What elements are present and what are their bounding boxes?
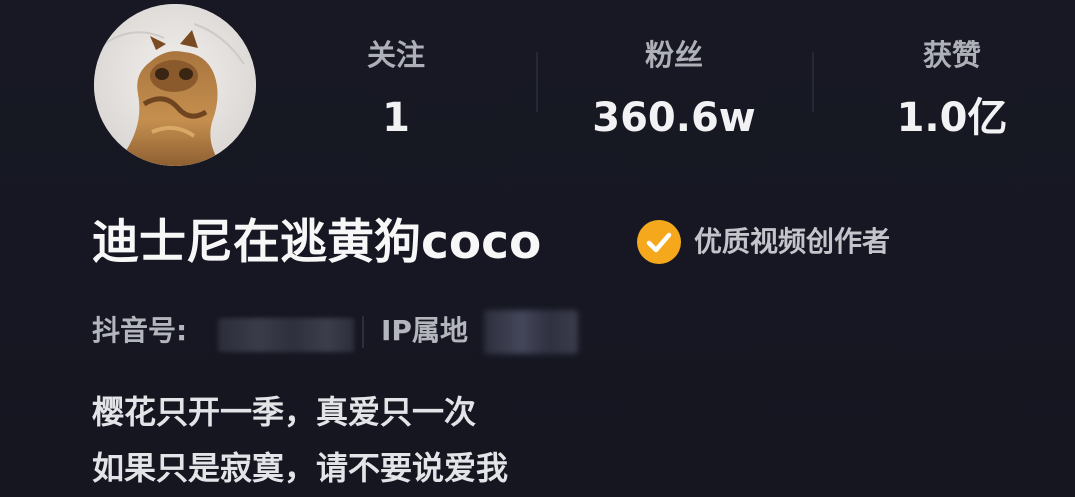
stat-divider (536, 52, 538, 112)
stat-followers-label: 粉丝 (644, 38, 703, 72)
stat-following-value: 1 (382, 95, 410, 141)
account-meta: 抖音号: IP属地 (92, 308, 632, 354)
check-circle-icon (637, 220, 681, 264)
douyin-id-redacted[interactable] (218, 318, 354, 352)
profile-bio: 樱花只开一季，真爱只一次 如果只是寂寞，请不要说爱我 (92, 386, 508, 494)
avatar[interactable] (94, 4, 256, 166)
stat-likes-label: 获赞 (922, 38, 981, 72)
meta-divider (362, 316, 364, 348)
ip-location-redacted (484, 310, 578, 354)
dog-photo-image (94, 4, 256, 166)
stat-likes-value: 1.0亿 (896, 95, 1008, 141)
stat-followers-value: 360.6w (592, 95, 756, 141)
stat-divider (812, 52, 814, 112)
creator-badge-label: 优质视频创作者 (694, 225, 891, 258)
douyin-id-label: 抖音号: (92, 314, 188, 347)
bio-line: 如果只是寂寞，请不要说爱我 (92, 449, 509, 487)
stat-following-label: 关注 (366, 38, 425, 72)
bio-line: 樱花只开一季，真爱只一次 (92, 393, 477, 431)
creator-badge[interactable]: 优质视频创作者 (637, 220, 890, 264)
stat-likes[interactable]: 获赞 1.0亿 (842, 34, 1062, 140)
stat-followers[interactable]: 粉丝 360.6w (564, 34, 784, 140)
profile-header: 关注 1 粉丝 360.6w 获赞 1.0亿 迪士尼在逃黄狗coco 优质视频创… (0, 0, 1075, 497)
profile-name: 迪士尼在逃黄狗coco (92, 215, 542, 270)
stat-following[interactable]: 关注 1 (286, 34, 506, 140)
ip-location-label: IP属地 (381, 314, 468, 347)
